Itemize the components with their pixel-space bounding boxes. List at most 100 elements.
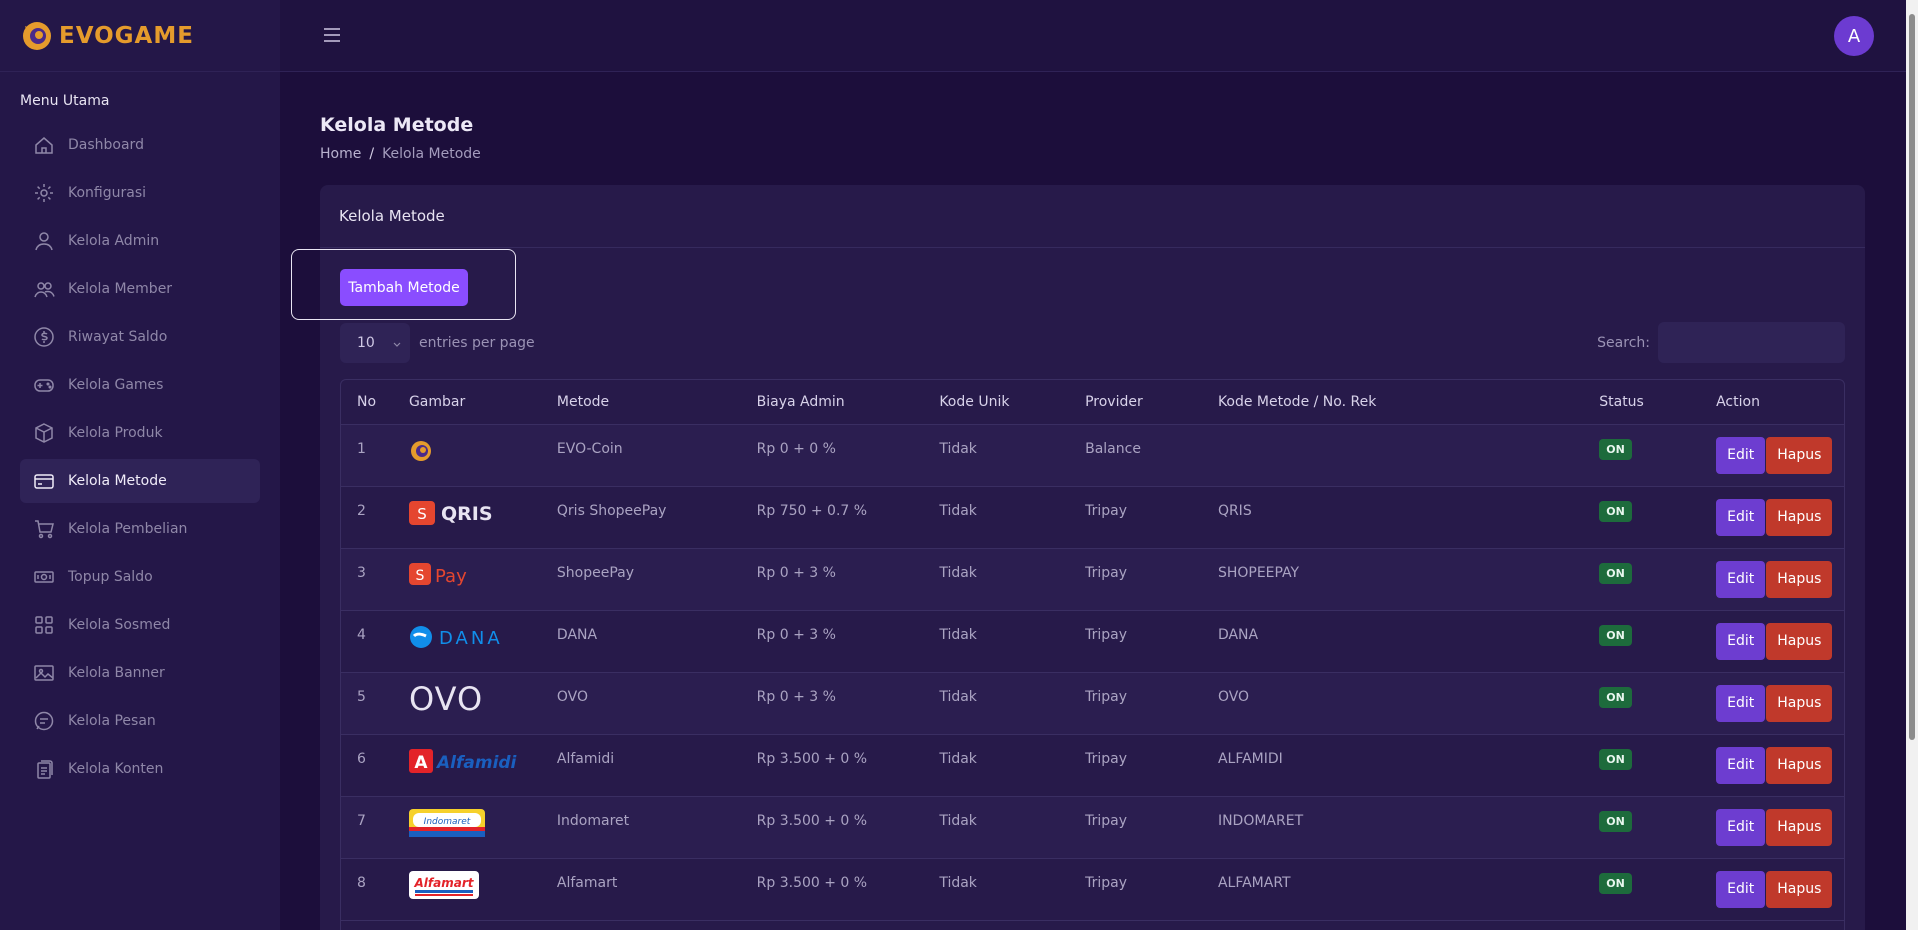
gear-icon [33,182,55,204]
svg-text:DANA: DANA [439,628,501,649]
status-badge: ON [1599,562,1632,584]
edit-button[interactable]: Edit [1716,498,1766,536]
column-header[interactable]: Status [1583,380,1701,425]
cell-action: Edit Hapus [1700,672,1844,735]
delete-button[interactable]: Hapus [1766,870,1833,908]
card-title: Kelola Metode [320,185,1865,248]
breadcrumb-home[interactable]: Home [320,146,361,162]
cell-biaya-admin: Rp 0 + 0 % [740,424,924,487]
brand-name: EVOGAME [59,22,194,49]
status-badge: ON [1599,624,1632,646]
sidebar-item-topup-saldo[interactable]: Topup Saldo [20,555,260,599]
table-row: 4 DANA DANA Rp 0 + 3 % Tidak Tripay DANA ON Edit… [341,610,1844,673]
cell-provider: Balance [1069,424,1202,487]
cell-logo: Indomaret [392,796,541,859]
cell-biaya-admin: Rp 0 + 3 % [740,672,924,735]
column-header[interactable]: No [341,380,393,425]
cell-metode: ShopeePay [540,548,741,611]
edit-button[interactable]: Edit [1716,746,1766,784]
cell-provider: Tripay [1069,548,1202,611]
avatar[interactable]: A [1834,16,1874,56]
sidebar-item-kelola-admin[interactable]: Kelola Admin [20,219,260,263]
delete-button[interactable]: Hapus [1766,498,1833,536]
edit-button[interactable]: Edit [1716,684,1766,722]
sidebar-item-kelola-produk[interactable]: Kelola Produk [20,411,260,455]
menu-heading: Menu Utama [20,93,110,109]
sidebar-item-dashboard[interactable]: Dashboard [20,123,260,167]
delete-button[interactable]: Hapus [1766,622,1833,660]
page-scrollbar[interactable] [1906,0,1918,930]
sidebar-item-kelola-banner[interactable]: Kelola Banner [20,651,260,695]
document-icon [33,758,55,780]
search-input[interactable] [1658,322,1845,363]
cell-kode-metode [1201,424,1584,487]
column-header[interactable]: Action [1700,380,1844,425]
delete-button[interactable]: Hapus [1766,746,1833,784]
qris-shopeepay-logo: S QRIS [408,500,514,526]
box-icon [33,422,55,444]
delete-button[interactable]: Hapus [1766,808,1833,846]
sidebar-item-label: Kelola Games [68,377,164,393]
sidebar-item-kelola-games[interactable]: Kelola Games [20,363,260,407]
column-header[interactable]: Kode Unik [923,380,1070,425]
column-header[interactable]: Metode [540,380,741,425]
alfamart-logo: Alfamart [408,871,479,899]
cell-kode-metode: ALFAMART [1201,858,1584,921]
alfamidi-logo: A Alfamidi [408,747,525,775]
scrollbar-thumb[interactable] [1909,14,1915,740]
sidebar-item-label: Kelola Konten [68,761,164,777]
evo-coin-logo [409,439,433,463]
dana-logo: DANA [409,624,501,650]
table-row: 8 Alfamart Alfamart Rp 3.500 + 0 % Tidak Trip… [341,858,1844,921]
cell-provider: Tripay [1069,486,1202,549]
sidebar-item-label: Kelola Produk [68,425,163,441]
svg-text:A: A [414,753,428,773]
sidebar-item-kelola-member[interactable]: Kelola Member [20,267,260,311]
table-row: 6 A Alfamidi Alfamidi Rp 3.500 + 0 % Tidak Tri… [341,734,1844,797]
cell-status: ON [1583,610,1701,673]
cell-metode: EVO-Coin [540,424,741,487]
edit-button[interactable]: Edit [1716,436,1766,474]
sidebar-item-kelola-metode[interactable]: Kelola Metode [20,459,260,503]
column-header[interactable]: Provider [1069,380,1202,425]
entries-select[interactable]: 10 [340,323,410,363]
sidebar-item-label: Konfigurasi [68,185,147,201]
sidebar-item-label: Dashboard [68,137,144,153]
add-method-button[interactable]: Tambah Metode [340,269,468,306]
cell-no: 8 [341,858,393,921]
table-header-row: No Gambar Metode Biaya Admin Kode Unik Provid… [341,380,1844,425]
edit-button[interactable]: Edit [1716,870,1766,908]
breadcrumb-current: Kelola Metode [382,146,481,162]
cell-action: Edit Hapus [1700,486,1844,549]
sidebar-item-konfigurasi[interactable]: Konfigurasi [20,171,260,215]
status-badge: ON [1599,686,1632,708]
sidebar-item-riwayat-saldo[interactable]: Riwayat Saldo [20,315,260,359]
cell-logo: A Alfamidi [392,734,541,797]
sidebar-item-kelola-sosmed[interactable]: Kelola Sosmed [20,603,260,647]
brand[interactable]: EVOGAME [0,0,280,72]
cell-biaya-admin: Rp 0 + 3 % [740,548,924,611]
sidebar-item-label: Topup Saldo [68,569,153,585]
cell-provider: Tripay [1069,858,1202,921]
cell-provider: Tripay [1069,734,1202,797]
edit-button[interactable]: Edit [1716,560,1766,598]
sidebar-item-kelola-pesan[interactable]: Kelola Pesan [20,699,260,743]
status-badge: ON [1599,438,1632,460]
cell-no: 3 [341,548,393,611]
svg-text:Alfamidi: Alfamidi [435,753,518,773]
edit-button[interactable]: Edit [1716,622,1766,660]
cell-logo: S Pay [392,548,541,611]
column-header[interactable]: Gambar [392,380,541,425]
column-header[interactable]: Kode Metode / No. Rek [1201,380,1584,425]
delete-button[interactable]: Hapus [1766,560,1833,598]
column-header[interactable]: Biaya Admin [740,380,924,425]
hamburger-menu-icon[interactable] [322,25,342,45]
sidebar-item-kelola-konten[interactable]: Kelola Konten [20,747,260,791]
sidebar-item-kelola-pembelian[interactable]: Kelola Pembelian [20,507,260,551]
cell-kode-metode: OVO [1201,672,1584,735]
evogame-logo-icon [21,20,53,52]
cell-status: ON [1583,858,1701,921]
delete-button[interactable]: Hapus [1766,684,1833,722]
delete-button[interactable]: Hapus [1766,436,1833,474]
edit-button[interactable]: Edit [1716,808,1766,846]
